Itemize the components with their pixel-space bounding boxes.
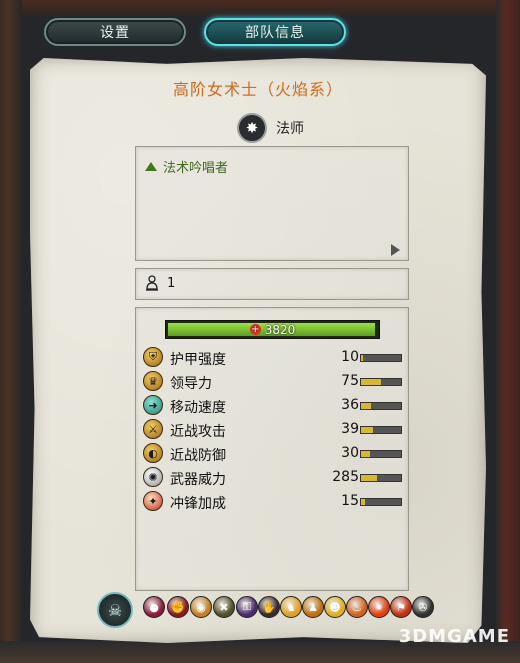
rank-box (135, 268, 409, 300)
stat-bar-fill (361, 499, 365, 505)
tab-unit-info[interactable]: 部队信息 (204, 18, 346, 46)
ability-7-icon[interactable]: ♞ (280, 596, 302, 618)
stat-bar-fill (361, 475, 377, 481)
stat-bar-fill (361, 451, 370, 457)
ability-11-icon[interactable]: ✷ (368, 596, 390, 618)
stat-label: 近战攻击 (170, 424, 226, 440)
watermark-suffix: GAME (447, 626, 510, 647)
melee-attack-icon: ⚔ (143, 419, 163, 439)
stat-bar-fill (361, 403, 371, 409)
tab-settings-label: 设置 (100, 25, 130, 41)
stat-label: 近战防御 (170, 448, 226, 464)
melee-defense-icon: ◐ (143, 443, 163, 463)
stat-value: 285 (332, 469, 359, 485)
stat-bar-fill (361, 427, 373, 433)
stat-bar (360, 426, 402, 434)
stat-bar (360, 354, 402, 362)
stat-row-melee-attack[interactable]: ⚔ 近战攻击 39 (143, 419, 405, 441)
ability-3-icon[interactable]: ◉ (190, 596, 212, 618)
ability-2-icon[interactable]: ✊ (167, 596, 189, 618)
stat-label: 移动速度 (170, 400, 226, 416)
tab-settings[interactable]: 设置 (44, 18, 186, 46)
stat-bar-fill (361, 355, 363, 361)
ability-9-icon[interactable]: ☻ (324, 596, 346, 618)
stat-value: 15 (341, 493, 359, 509)
health-cross-icon: + (249, 324, 261, 335)
armor-icon: ⛨ (143, 347, 163, 367)
stat-label: 冲锋加成 (170, 496, 226, 512)
rank-value: 1 (167, 276, 176, 291)
stat-label: 武器威力 (170, 472, 226, 488)
stat-value: 39 (341, 421, 359, 437)
ability-13-icon[interactable]: ✇ (412, 596, 434, 618)
window-frame-right (496, 0, 520, 663)
charge-bonus-icon: ✦ (143, 491, 163, 511)
health-bar: + 3820 (165, 320, 380, 339)
stat-row-weapon-strength[interactable]: ✺ 武器威力 285 (143, 467, 405, 489)
tab-unit-info-label: 部队信息 (245, 25, 305, 41)
unit-portrait-icon[interactable]: ☠ (97, 592, 133, 628)
stat-row-charge-bonus[interactable]: ✦ 冲锋加成 15 (143, 491, 405, 513)
watermark-prefix: 3DM (398, 626, 448, 647)
stat-bar (360, 498, 402, 506)
stat-value: 10 (341, 349, 359, 365)
ability-4-icon[interactable]: ✖ (213, 596, 235, 618)
trait-label: 法术吟唱者 (163, 161, 229, 176)
stat-bar-fill (361, 379, 381, 385)
watermark-logo: 3DMGAME (399, 626, 510, 647)
trait-up-arrow-icon (145, 162, 157, 171)
trait-item[interactable]: 法术吟唱者 (145, 157, 228, 176)
weapon-strength-icon: ✺ (143, 467, 163, 487)
stat-value: 36 (341, 397, 359, 413)
stat-bar (360, 378, 402, 386)
speed-icon: ➜ (143, 395, 163, 415)
stat-row-speed[interactable]: ➜ 移动速度 36 (143, 395, 405, 417)
ability-10-icon[interactable]: ♨ (346, 596, 368, 618)
window-frame-left (0, 0, 22, 663)
leadership-icon: ♛ (143, 371, 163, 391)
ability-8-icon[interactable]: ♟ (302, 596, 324, 618)
stat-row-leadership[interactable]: ♛ 领导力 75 (143, 371, 405, 393)
health-value: 3820 (264, 322, 296, 337)
rank-person-icon (146, 275, 158, 291)
stat-value: 75 (341, 373, 359, 389)
stat-row-armor[interactable]: ⛨ 护甲强度 10 (143, 347, 405, 369)
ability-12-icon[interactable]: ⚑ (390, 596, 412, 618)
health-bar-text: + 3820 (166, 321, 379, 338)
window-frame-top (0, 0, 520, 16)
stat-label: 护甲强度 (170, 352, 226, 368)
stat-label: 领导力 (170, 376, 212, 392)
stat-row-melee-defense[interactable]: ◐ 近战防御 30 (143, 443, 405, 465)
stat-bar (360, 450, 402, 458)
ability-5-icon[interactable]: ⚿ (236, 596, 258, 618)
unit-title: 高阶女术士（火焰系） (172, 80, 343, 99)
stat-value: 30 (341, 445, 359, 461)
stat-bar (360, 474, 402, 482)
unit-class-label: 法师 (276, 121, 304, 137)
spellcaster-class-icon: ✸ (237, 113, 267, 143)
ability-1-icon[interactable]: ● (143, 596, 165, 618)
stat-bar (360, 402, 402, 410)
expand-arrow-icon[interactable] (391, 244, 400, 256)
ability-6-icon[interactable]: ✋ (258, 596, 280, 618)
